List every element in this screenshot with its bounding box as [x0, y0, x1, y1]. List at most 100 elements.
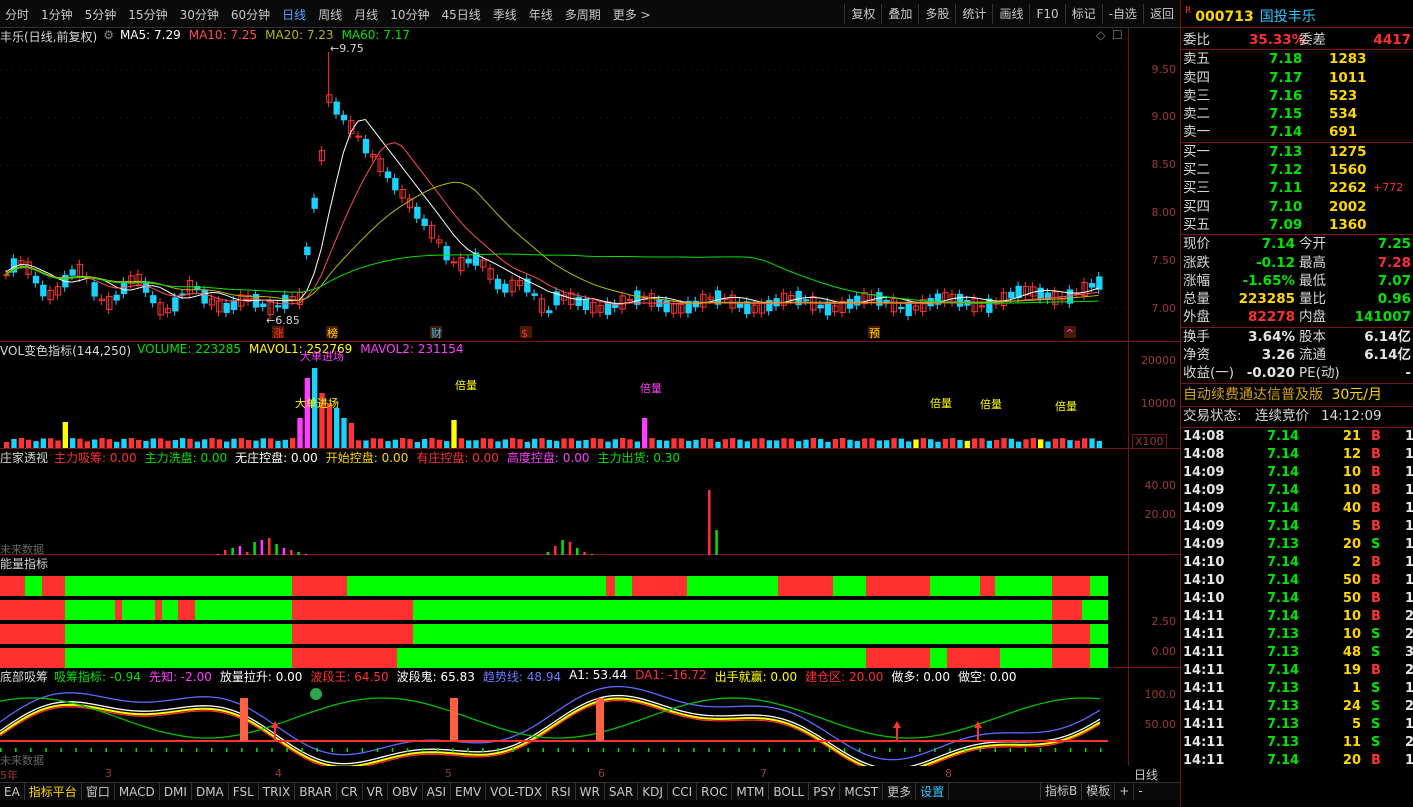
- trade-row[interactable]: 14:09 7.13 20 S 1: [1181, 536, 1413, 554]
- volume-panel[interactable]: VOL变色指标(144,250) VOLUME: 223285 MAVOL1: 2…: [0, 342, 1180, 449]
- tool-button[interactable]: 返回: [1142, 4, 1180, 24]
- period-tab[interactable]: 日线: [277, 6, 311, 23]
- stock-code[interactable]: 000713: [1195, 9, 1253, 25]
- energy-chart[interactable]: [0, 555, 1128, 668]
- order-book-row[interactable]: 卖二 7.15 534: [1181, 105, 1413, 123]
- dealer-chart[interactable]: [0, 449, 1128, 555]
- chart-area[interactable]: 丰乐(日线,前复权) ⚙ MA5: 7.29 MA10: 7.25 MA20: 7.…: [0, 28, 1180, 770]
- template-tab[interactable]: -: [1133, 782, 1146, 800]
- indicator-tab[interactable]: CCI: [668, 783, 698, 800]
- indicator-tab[interactable]: BOLL: [769, 783, 810, 800]
- indicator-tab[interactable]: VOL-TDX: [486, 783, 548, 800]
- period-tab[interactable]: 15分钟: [123, 6, 172, 23]
- kline-panel[interactable]: 丰乐(日线,前复权) ⚙ MA5: 7.29 MA10: 7.25 MA20: 7.…: [0, 28, 1180, 342]
- indicator-tab[interactable]: MACD: [115, 783, 160, 800]
- tool-button[interactable]: 复权: [844, 4, 881, 24]
- period-tab[interactable]: 分时: [0, 6, 34, 23]
- candlestick-chart[interactable]: ←9.75 ←6.85涨 榜 财 $ 预 ^: [0, 28, 1128, 342]
- indicator-tab[interactable]: WR: [576, 783, 605, 800]
- period-tab[interactable]: 30分钟: [175, 6, 224, 23]
- indicator-tab[interactable]: CR: [337, 783, 363, 800]
- period-tab[interactable]: 周线: [313, 6, 347, 23]
- tool-button[interactable]: 多股: [918, 4, 955, 24]
- trade-row[interactable]: 14:11 7.13 48 S 3: [1181, 644, 1413, 662]
- indicator-tab[interactable]: 窗口: [82, 783, 115, 800]
- period-tab[interactable]: 5分钟: [80, 6, 122, 23]
- period-tab[interactable]: 更多 >: [608, 6, 656, 23]
- indicator-tab[interactable]: PSY: [809, 783, 841, 800]
- indicator-tab[interactable]: 指标平台: [25, 783, 82, 800]
- accumulation-chart[interactable]: [0, 668, 1128, 766]
- indicator-tab[interactable]: BRAR: [295, 783, 337, 800]
- trade-row[interactable]: 14:10 7.14 50 B 1: [1181, 590, 1413, 608]
- indicator-tab[interactable]: RSI: [547, 783, 576, 800]
- indicator-tab[interactable]: EA: [0, 783, 25, 800]
- indicator-tab[interactable]: 设置: [916, 783, 950, 800]
- trade-row[interactable]: 14:11 7.14 10 B 2: [1181, 608, 1413, 626]
- period-tab[interactable]: 10分钟: [385, 6, 434, 23]
- tool-button[interactable]: -自选: [1101, 4, 1143, 24]
- trade-row[interactable]: 14:10 7.14 50 B 1: [1181, 572, 1413, 590]
- indicator-tab[interactable]: 更多: [883, 783, 917, 800]
- tool-button[interactable]: F10: [1029, 4, 1064, 24]
- template-tab[interactable]: 模板: [1081, 782, 1114, 800]
- volume-chart[interactable]: 大单进场倍量 倍量大单进场 倍量 倍量 倍量: [0, 342, 1128, 449]
- order-book-row[interactable]: 买五 7.09 1360: [1181, 216, 1413, 234]
- tool-button[interactable]: 叠加: [881, 4, 918, 24]
- trade-row[interactable]: 14:09 7.14 10 B 1: [1181, 482, 1413, 500]
- trade-row[interactable]: 14:11 7.14 19 B 2: [1181, 662, 1413, 680]
- order-book-row[interactable]: 卖四 7.17 1011: [1181, 69, 1413, 87]
- indicator-tab[interactable]: FSL: [229, 783, 259, 800]
- indicator-tab[interactable]: TRIX: [259, 783, 296, 800]
- trade-row[interactable]: 14:11 7.13 1 S 1: [1181, 680, 1413, 698]
- indicator-tab[interactable]: DMI: [160, 783, 192, 800]
- period-tab[interactable]: 45日线: [436, 6, 485, 23]
- indicator-tab[interactable]: EMV: [451, 783, 487, 800]
- period-tab[interactable]: 季线: [488, 6, 522, 23]
- trade-row[interactable]: 14:09 7.14 40 B 1: [1181, 500, 1413, 518]
- period-tab[interactable]: 月线: [349, 6, 383, 23]
- trade-row[interactable]: 14:11 7.13 24 S 2: [1181, 698, 1413, 716]
- trade-row[interactable]: 14:08 7.14 12 B 1: [1181, 446, 1413, 464]
- order-book-row[interactable]: 买二 7.12 1560: [1181, 161, 1413, 179]
- order-book-row[interactable]: 买一 7.13 1275: [1181, 143, 1413, 161]
- tool-button[interactable]: 标记: [1064, 4, 1102, 24]
- trade-row[interactable]: 14:11 7.13 5 S 1: [1181, 716, 1413, 734]
- trade-row[interactable]: 14:11 7.13 10 S 2: [1181, 626, 1413, 644]
- order-book-row[interactable]: 卖一 7.14 691: [1181, 123, 1413, 141]
- tick-trades[interactable]: 14:08 7.14 21 B 1 14:08 7.14 12 B 1 14:09 7.14 10 B 1 1…: [1181, 428, 1413, 770]
- trade-row[interactable]: 14:11 7.13 11 S 2: [1181, 734, 1413, 752]
- trade-row[interactable]: 14:10 7.14 2 B 1: [1181, 554, 1413, 572]
- indicator-tab[interactable]: ASI: [423, 783, 452, 800]
- dealer-panel[interactable]: 庄家透视 主力吸筹: 0.00 主力洗盘: 0.00 无庄控盘: 0.00 开始控盘:…: [0, 449, 1180, 556]
- order-book-row[interactable]: 买三 7.11 2262 +772: [1181, 179, 1413, 197]
- order-book-row[interactable]: 卖五 7.18 1283: [1181, 50, 1413, 68]
- order-book-row[interactable]: 卖三 7.16 523: [1181, 87, 1413, 105]
- indicator-tab[interactable]: ROC: [697, 783, 733, 800]
- indicator-tab[interactable]: DMA: [192, 783, 229, 800]
- tool-button[interactable]: 画线: [992, 4, 1029, 24]
- close-panel-icon[interactable]: ☐: [1112, 28, 1123, 42]
- trade-row[interactable]: 14:08 7.14 21 B 1: [1181, 428, 1413, 446]
- energy-panel[interactable]: 能量指标 2.50 0.00: [0, 555, 1180, 668]
- period-tab[interactable]: 1分钟: [36, 6, 78, 23]
- indicator-tab[interactable]: VR: [363, 783, 389, 800]
- indicator-tab[interactable]: OBV: [388, 783, 423, 800]
- trade-row[interactable]: 14:11 7.14 20 B 1: [1181, 752, 1413, 770]
- order-book-row[interactable]: 买四 7.10 2002: [1181, 198, 1413, 216]
- indicator-tab[interactable]: SAR: [605, 783, 639, 800]
- period-tab[interactable]: 多周期: [560, 6, 606, 23]
- template-tab[interactable]: +: [1114, 782, 1133, 800]
- trade-row[interactable]: 14:09 7.14 10 B 1: [1181, 464, 1413, 482]
- indicator-tab[interactable]: MCST: [840, 783, 884, 800]
- subscription-ad[interactable]: 自动续费通达信普及版 30元/月: [1181, 384, 1413, 406]
- indicator-tab[interactable]: MTM: [732, 783, 770, 800]
- trade-row[interactable]: 14:09 7.14 5 B 1: [1181, 518, 1413, 536]
- template-tab[interactable]: 指标B: [1040, 782, 1081, 800]
- diamond-icon[interactable]: ◇: [1096, 28, 1105, 42]
- indicator-tab[interactable]: KDJ: [638, 783, 668, 800]
- period-tab[interactable]: 年线: [524, 6, 558, 23]
- period-tab[interactable]: 60分钟: [226, 6, 275, 23]
- accumulation-panel[interactable]: 底部吸筹 吸筹指标: -0.94 先知: -2.00 放量拉升: 0.00 波段王: …: [0, 668, 1180, 767]
- tool-button[interactable]: 统计: [955, 4, 992, 24]
